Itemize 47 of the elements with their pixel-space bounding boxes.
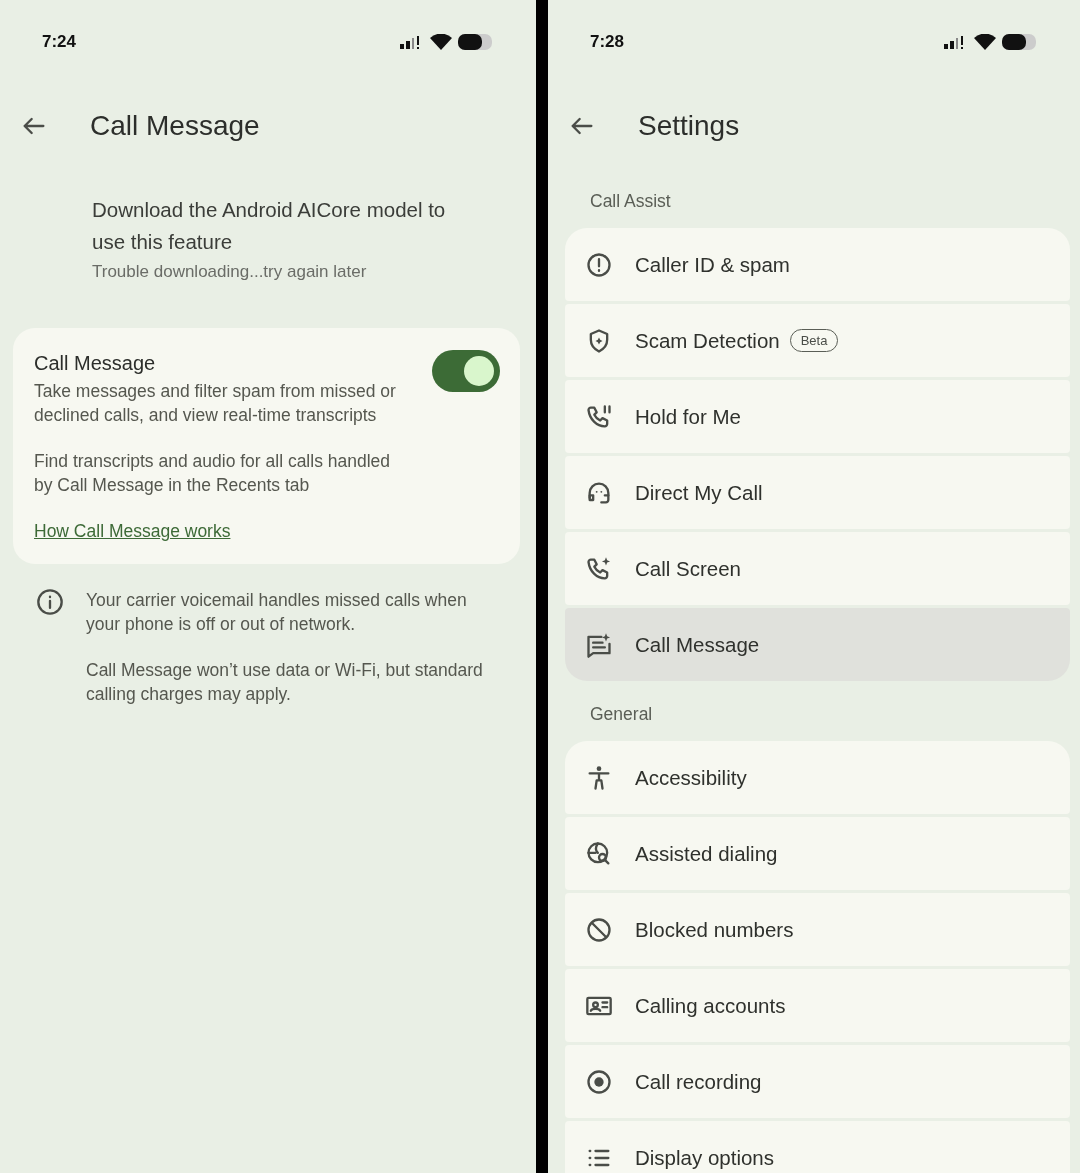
toggle-switch[interactable] <box>432 350 500 392</box>
item-label: Calling accounts <box>635 993 786 1018</box>
status-time: 7:24 <box>42 32 77 52</box>
wifi-icon <box>430 34 452 50</box>
item-label: Call Message <box>635 632 760 657</box>
settings-item[interactable]: Direct My Call <box>565 456 1070 529</box>
item-label: Accessibility <box>635 765 747 790</box>
info-text: Call Message won’t use data or Wi-Fi, but standard calling charges may apply. <box>86 659 484 706</box>
help-link[interactable]: How Call Message works <box>34 521 231 542</box>
settings-item[interactable]: Hold for Me <box>565 380 1070 453</box>
settings-item[interactable]: Call Screen <box>565 532 1070 605</box>
block-icon <box>585 915 613 944</box>
section-header: Call Assist <box>589 190 672 213</box>
settings-item[interactable]: Caller ID & spam <box>565 228 1070 301</box>
info-text: Your carrier voicemail handles missed calls when your phone is off or out of network. <box>86 589 468 636</box>
download-message: Download the Android AICore model to use this feature <box>92 197 447 255</box>
item-label: Call recording <box>635 1069 762 1094</box>
item-label: Display options <box>635 1145 774 1170</box>
wifi-icon <box>974 34 996 50</box>
item-label: Call Screen <box>635 556 741 581</box>
settings-item[interactable]: Call Message <box>565 608 1070 681</box>
setting-description: Take messages and filter spam from missed or declined calls, and view real-time transcripts <box>34 380 397 427</box>
status-time: 7:28 <box>590 32 625 52</box>
settings-item[interactable]: Calling accounts <box>565 969 1070 1042</box>
battery-icon <box>1002 33 1038 51</box>
info-icon <box>36 588 64 616</box>
item-label: Assisted dialing <box>635 841 778 866</box>
section-header: General <box>589 703 654 726</box>
page-title: Settings <box>638 110 740 142</box>
settings-item[interactable]: Scam Detection Beta <box>565 304 1070 377</box>
page-title: Call Message <box>90 110 260 142</box>
item-label: Hold for Me <box>635 404 741 429</box>
item-label: Direct My Call <box>635 480 763 505</box>
alert-icon <box>585 250 613 279</box>
settings-item[interactable]: Blocked numbers <box>565 893 1070 966</box>
download-status: Trouble downloading...try again later <box>92 262 368 282</box>
settings-item[interactable]: Accessibility <box>565 741 1070 814</box>
settings-item[interactable]: Call recording <box>565 1045 1070 1118</box>
setting-note: Find transcripts and audio for all calls handled by Call Message in the Recents tab <box>34 450 392 497</box>
record-icon <box>585 1067 613 1096</box>
item-label: Caller ID & spam <box>635 252 790 277</box>
settings-item[interactable]: Assisted dialing <box>565 817 1070 890</box>
battery-icon <box>458 33 494 51</box>
settings-item[interactable]: Display options <box>565 1121 1070 1173</box>
item-label: Blocked numbers <box>635 917 794 942</box>
setting-title: Call Message <box>34 352 157 375</box>
item-label: Scam Detection <box>635 328 780 353</box>
